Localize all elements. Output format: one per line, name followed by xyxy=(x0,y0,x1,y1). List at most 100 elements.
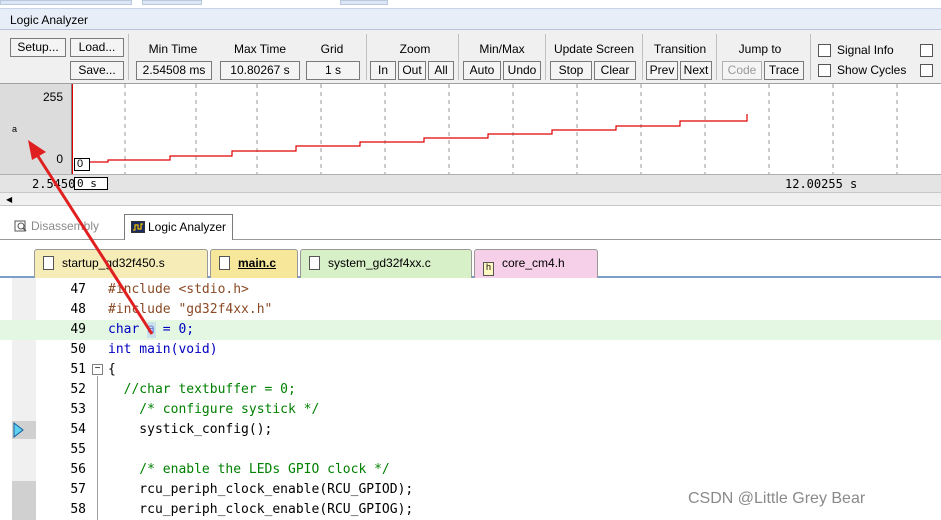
line-number: 52 xyxy=(70,382,86,397)
y-min-label: 0 xyxy=(56,152,63,166)
code-line: 53 /* configure systick */ xyxy=(0,400,941,420)
code-line-current: 49 char a = 0; xyxy=(0,320,941,340)
code-button[interactable]: Code xyxy=(722,61,762,80)
code-text: #include "gd32f4xx.h" xyxy=(108,302,273,317)
show-cycles-label: Show Cycles xyxy=(837,63,907,77)
trace-button[interactable]: Trace xyxy=(764,61,804,80)
separator xyxy=(366,34,367,80)
separator xyxy=(716,34,717,80)
save-button[interactable]: Save... xyxy=(70,61,124,80)
tab-system-gd32f4xx[interactable]: system_gd32f4xx.c xyxy=(300,249,472,278)
time-start-label: 2.5450 xyxy=(32,177,76,191)
tab-label: core_cm4.h xyxy=(502,256,565,270)
waveform-area[interactable]: 255 a 0 xyxy=(0,84,941,174)
undo-button[interactable]: Undo xyxy=(503,61,541,80)
max-time-value: 10.80267 s xyxy=(220,61,300,80)
code-editor[interactable]: 47 #include <stdio.h> 48 #include "gd32f… xyxy=(0,278,941,520)
file-icon xyxy=(43,256,54,270)
extra-checkbox[interactable] xyxy=(920,44,933,57)
code-line: 50 int main(void) xyxy=(0,340,941,360)
fold-toggle-icon[interactable]: − xyxy=(92,364,103,375)
tab-startup-gd32f450[interactable]: startup_gd32f450.s xyxy=(34,249,208,278)
code-text: #include <stdio.h> xyxy=(108,282,249,297)
code-text: systick_config(); xyxy=(108,422,273,437)
code-line: 48 #include "gd32f4xx.h" xyxy=(0,300,941,320)
tab-label: main.c xyxy=(238,256,277,270)
grid-lines xyxy=(124,84,898,174)
code-line: 52 //char textbuffer = 0; xyxy=(0,380,941,400)
auto-button[interactable]: Auto xyxy=(463,61,501,80)
line-number: 50 xyxy=(70,342,86,357)
zoom-label: Zoom xyxy=(399,42,431,56)
separator xyxy=(128,34,129,80)
tab-label: startup_gd32f450.s xyxy=(62,256,165,270)
execution-arrow-icon xyxy=(13,421,24,439)
min-time-label: Min Time xyxy=(148,42,198,56)
code-line: 54 systick_config(); xyxy=(0,420,941,440)
signal-info-label: Signal Info xyxy=(837,43,894,57)
tab-core-cm4-h[interactable]: h core_cm4.h xyxy=(474,249,598,278)
separator xyxy=(458,34,459,80)
line-number: 48 xyxy=(70,302,86,317)
watermark: CSDN @Little Grey Bear xyxy=(688,490,866,507)
tab-main-c[interactable]: main.c xyxy=(210,249,298,278)
code-text: /* enable the LEDs GPIO clock */ xyxy=(108,462,390,477)
code-line: 51 − { xyxy=(0,360,941,380)
file-icon xyxy=(309,256,320,270)
header-file-icon: h xyxy=(483,262,494,276)
cursor-time-box: 0 s xyxy=(74,177,108,190)
code-text: int main(void) xyxy=(108,342,218,357)
logic-analyzer-icon xyxy=(131,220,145,234)
tab-label: Disassembly xyxy=(31,219,100,233)
setup-button[interactable]: Setup... xyxy=(10,38,66,57)
line-number: 54 xyxy=(70,422,86,437)
show-cycles-checkbox[interactable] xyxy=(818,64,831,77)
zoom-in-button[interactable]: In xyxy=(370,61,396,80)
line-number: 56 xyxy=(70,462,86,477)
time-axis-bar: 2.5450 12.00255 s xyxy=(0,174,941,192)
zoom-all-button[interactable]: All xyxy=(428,61,454,80)
current-line-marker xyxy=(12,421,36,439)
horizontal-scrollbar[interactable]: ◀ xyxy=(0,192,941,206)
scroll-left-arrow-icon[interactable]: ◀ xyxy=(6,195,12,204)
code-text: rcu_periph_clock_enable(RCU_GPIOG); xyxy=(108,502,414,517)
update-screen-label: Update Screen xyxy=(553,42,635,56)
line-number: 53 xyxy=(70,402,86,417)
line-number: 49 xyxy=(70,322,86,337)
window-tab-bar: Disassembly Logic Analyzer xyxy=(0,210,941,240)
zoom-out-button[interactable]: Out xyxy=(398,61,426,80)
strip-segment xyxy=(142,0,202,5)
signal-names-panel: 255 a 0 xyxy=(0,84,72,174)
grid-value: 1 s xyxy=(306,61,360,80)
file-tab-bar: startup_gd32f450.s main.c system_gd32f4x… xyxy=(0,246,941,278)
jump-to-label: Jump to xyxy=(738,42,782,56)
signal-name[interactable]: a xyxy=(12,124,17,134)
time-end-label: 12.00255 s xyxy=(785,177,858,191)
load-button[interactable]: Load... xyxy=(70,38,124,57)
waveform-plot[interactable] xyxy=(72,84,941,174)
tab-logic-analyzer[interactable]: Logic Analyzer xyxy=(124,214,234,240)
selected-variable[interactable] xyxy=(147,322,156,338)
file-icon xyxy=(219,256,230,270)
prev-button[interactable]: Prev xyxy=(646,61,678,80)
logic-analyzer-toolbar: Setup... Load... Save... Min Time 2.5450… xyxy=(0,30,941,84)
cursor-value-box: 0 xyxy=(74,158,90,171)
line-number: 51 xyxy=(70,362,86,377)
clear-button[interactable]: Clear xyxy=(594,61,636,80)
y-max-label: 255 xyxy=(42,90,63,104)
tab-disassembly[interactable]: Disassembly xyxy=(8,214,105,240)
line-number: 55 xyxy=(70,442,86,457)
code-text: { xyxy=(108,362,116,377)
signal-a-waveform xyxy=(74,114,748,163)
line-number: 57 xyxy=(70,482,86,497)
disassembly-icon xyxy=(14,219,28,233)
grid-label: Grid xyxy=(320,42,344,56)
stop-button[interactable]: Stop xyxy=(550,61,592,80)
code-text: rcu_periph_clock_enable(RCU_GPIOD); xyxy=(108,482,414,497)
extra-checkbox-2[interactable] xyxy=(920,64,933,77)
code-line: 55 xyxy=(0,440,941,460)
code-text: //char textbuffer = 0; xyxy=(108,382,296,397)
line-number: 47 xyxy=(70,282,86,297)
signal-info-checkbox[interactable] xyxy=(818,44,831,57)
next-button[interactable]: Next xyxy=(680,61,712,80)
